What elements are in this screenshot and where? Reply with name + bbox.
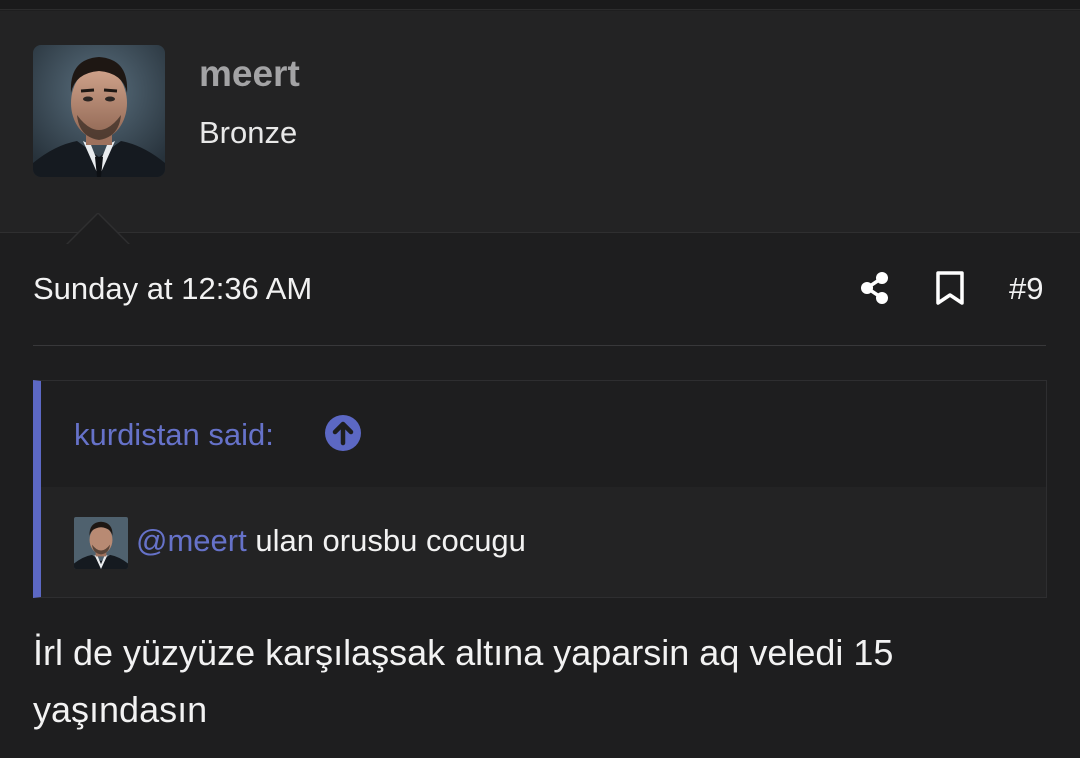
post-number-link[interactable]: #9 [1009, 271, 1043, 307]
arrow-up-circle-icon [332, 421, 354, 446]
top-strip [0, 0, 1080, 10]
quote-header: kurdistan said: [41, 381, 1046, 487]
mention-avatar[interactable] [74, 517, 128, 569]
quote-jump-button[interactable] [325, 415, 361, 451]
share-button[interactable] [855, 268, 895, 308]
bookmark-icon [936, 271, 964, 305]
quote-body: @meert ulan orusbu cocugu [41, 487, 1046, 597]
post-date[interactable]: Sunday at 12:36 AM [33, 271, 312, 307]
user-portrait-avatar-icon [74, 517, 128, 569]
quote-text: @meert ulan orusbu cocugu [136, 523, 526, 559]
quote-message-text: ulan orusbu cocugu [246, 523, 526, 558]
user-mention-link[interactable]: @meert [136, 523, 247, 558]
quote-block: kurdistan said: @meert ulan orusbu cocug… [33, 380, 1047, 598]
post-meta-bar: Sunday at 12:36 AM #9 [0, 234, 1080, 346]
user-portrait-avatar-icon [33, 45, 165, 177]
share-icon [861, 272, 888, 304]
bookmark-button[interactable] [930, 268, 970, 308]
user-avatar[interactable] [33, 45, 165, 177]
username[interactable]: meert [199, 53, 300, 95]
post-body-text: İrl de yüzyüze karşılaşsak altına yapars… [33, 632, 894, 730]
meta-divider [33, 345, 1046, 346]
user-title: Bronze [199, 115, 298, 150]
quote-author-link[interactable]: kurdistan said: [74, 417, 274, 453]
message-user-block: meert Bronze [0, 11, 1080, 247]
